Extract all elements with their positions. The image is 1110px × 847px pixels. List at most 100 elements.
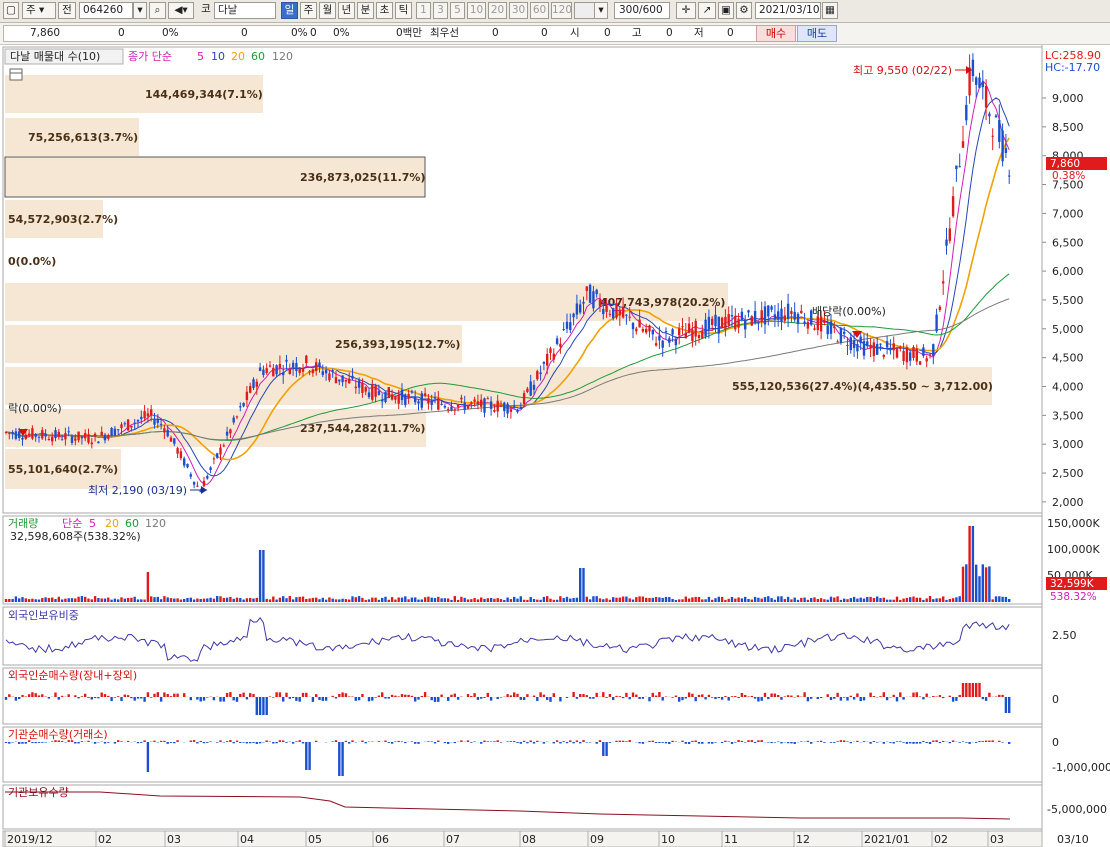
period-year[interactable]: 년 (338, 2, 355, 19)
tick-5[interactable]: 5 (450, 2, 465, 19)
candle-body (925, 358, 928, 362)
inst-net-bar (555, 740, 559, 742)
inst-net-bar (513, 741, 516, 742)
volume-bar (381, 597, 384, 602)
inst-net-bar (727, 741, 730, 742)
inst-net-bar (146, 742, 150, 772)
volume-bar (915, 597, 918, 602)
sell-button[interactable]: 매도 (797, 25, 837, 42)
tick-10[interactable]: 10 (467, 2, 486, 19)
volume-bar (975, 564, 978, 602)
count-field[interactable]: 300/600 (614, 2, 670, 19)
candle-body (770, 306, 773, 310)
calendar-icon[interactable]: ▦ (822, 2, 838, 19)
candle-body (423, 393, 427, 396)
volume-bar (450, 599, 453, 602)
volume-bar (4, 598, 8, 602)
volume-bar (262, 550, 265, 602)
volume-bar (522, 599, 526, 602)
market-select[interactable]: 주 ▾ (22, 2, 56, 19)
foreign-net-bar (97, 697, 100, 699)
candle-body (664, 331, 668, 333)
ma60-legend: 60 (251, 50, 265, 63)
foreign-net-bar (734, 696, 737, 697)
gear-icon[interactable]: ⚙ (736, 2, 752, 19)
candle-body (697, 334, 701, 338)
candle-body (232, 417, 235, 423)
candle-body (493, 409, 496, 412)
volume-bar (394, 599, 397, 602)
period-minute[interactable]: 분 (357, 2, 374, 19)
foreign-net-tick-0: 0 (1052, 693, 1059, 706)
period-second[interactable]: 초 (376, 2, 393, 19)
inst-net-bar (192, 740, 196, 742)
volume-bar (796, 599, 800, 602)
inst-net-bar (608, 742, 612, 743)
period-day[interactable]: 일 (281, 2, 298, 19)
candle-body (387, 387, 390, 399)
foreign-net-bar (410, 695, 414, 697)
foreign-net-bar (476, 697, 480, 700)
code-input[interactable]: 064260 (79, 2, 133, 19)
code-dropdown-icon[interactable]: ▾ (133, 2, 147, 19)
buy-button[interactable]: 매수 (756, 25, 796, 42)
inst-net-bar (529, 740, 532, 742)
inst-net-bar (496, 740, 499, 742)
volume-bar (196, 598, 199, 602)
candle-body (984, 85, 988, 108)
tick-30[interactable]: 30 (509, 2, 528, 19)
volume-bar (981, 564, 984, 602)
foreign-net-bar (212, 697, 216, 701)
foreign-net-bar (225, 692, 229, 697)
change-pct: 0% (162, 27, 179, 39)
inst-net-bar (308, 742, 311, 770)
window-icon[interactable]: ▢ (3, 2, 19, 19)
volume-bar (351, 596, 354, 602)
candle-body (483, 398, 486, 413)
save-icon[interactable]: ▣ (718, 2, 734, 19)
tick-dropdown-icon[interactable]: ▾ (594, 2, 608, 19)
trend-tool-icon[interactable]: ↗ (698, 2, 716, 19)
volume-bar (298, 596, 301, 602)
volume-bar (846, 599, 849, 602)
panel-title: 다날 매물대 수(10) (10, 50, 100, 63)
volume-bar (249, 597, 252, 602)
tick-60[interactable]: 60 (530, 2, 549, 19)
inst-net-bar (404, 742, 407, 744)
sound-icon[interactable]: ◀▾ (168, 2, 194, 19)
period-week[interactable]: 주 (300, 2, 317, 19)
stock-chart[interactable]: 144,469,344(7.1%) 75,256,613(3.7%) 236,873… (0, 45, 1110, 847)
stock-name-field[interactable]: 다날 (214, 2, 276, 19)
period-tick[interactable]: 틱 (395, 2, 412, 19)
foreign-net-bar (552, 693, 555, 697)
candle-body (687, 323, 691, 333)
candle-body (955, 165, 958, 170)
volume-bar (123, 598, 126, 602)
turnover-pct: 0% (333, 27, 350, 39)
inst-net-bar (361, 740, 364, 742)
volume-bar (443, 598, 447, 602)
foreign-net-bar (955, 697, 958, 701)
inst-net-bar (291, 742, 295, 744)
candle-body (466, 404, 470, 409)
price-tick-label: 5,000 (1052, 323, 1084, 336)
date-field[interactable]: 2021/03/10 (755, 2, 821, 19)
period-month[interactable]: 월 (319, 2, 336, 19)
candle-body (64, 433, 67, 440)
prev-button[interactable]: 전 (58, 2, 76, 19)
inst-net-bar (714, 742, 717, 743)
volume-bar (21, 597, 24, 602)
tick-1[interactable]: 1 (416, 2, 431, 19)
volume-bar (499, 599, 503, 602)
candle-body (344, 379, 348, 382)
tick-3[interactable]: 3 (433, 2, 448, 19)
foreign-net-bar (404, 694, 407, 697)
calculator-icon[interactable] (9, 68, 23, 81)
volume-bar (618, 597, 621, 602)
search-icon[interactable]: ⌕ (149, 2, 166, 19)
foreign-net-bar (720, 697, 724, 700)
tick-20[interactable]: 20 (488, 2, 507, 19)
volume-bar (239, 598, 242, 602)
tick-120[interactable]: 120 (551, 2, 572, 19)
crosshair-icon[interactable]: ✛ (676, 2, 696, 19)
